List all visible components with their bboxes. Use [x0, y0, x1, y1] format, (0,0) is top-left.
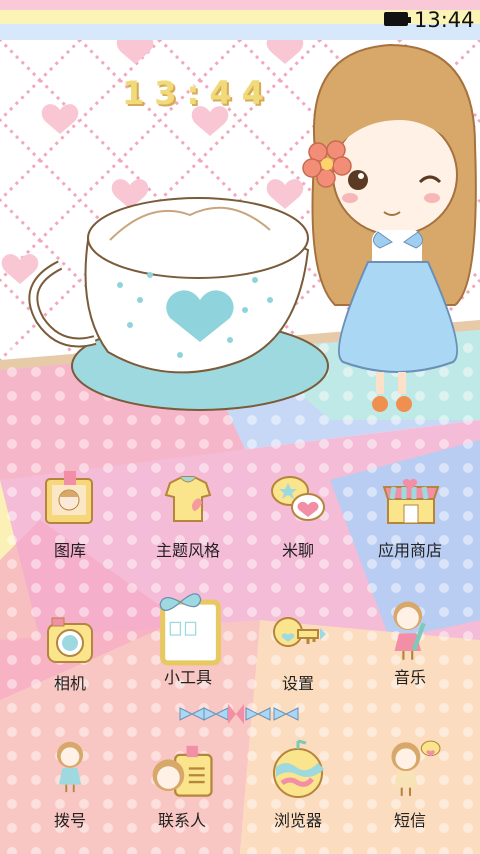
app-miliao[interactable]: 米聊 [248, 455, 348, 573]
app-music[interactable]: 音乐 [360, 590, 460, 708]
dress-icon [164, 476, 212, 522]
app-dialer[interactable]: 拨号 [20, 725, 120, 843]
photo-frame-icon [45, 471, 93, 524]
app-label: 拨号 [53, 811, 86, 830]
app-settings[interactable]: 设置 [248, 596, 348, 714]
app-messages[interactable]: 短信 [360, 725, 460, 843]
key-settings-icon [273, 617, 326, 647]
app-label: 米聊 [281, 541, 314, 560]
app-label: 联系人 [157, 811, 206, 830]
girl-guitar-icon [393, 601, 426, 660]
app-label: 短信 [393, 811, 426, 830]
status-time: 13:44 [414, 8, 475, 32]
app-label: 小工具 [163, 668, 212, 687]
status-bar: 13:44 [0, 0, 480, 40]
girl-message-icon [391, 740, 441, 796]
app-store[interactable]: 应用商店 [360, 455, 460, 573]
app-label: 相机 [53, 674, 86, 693]
app-browser[interactable]: 浏览器 [248, 725, 348, 843]
app-label: 音乐 [393, 668, 426, 687]
app-widgets[interactable]: 小工具 [138, 590, 238, 708]
chat-bubbles-icon [271, 476, 325, 521]
widget-board-icon [159, 593, 221, 666]
battery-icon [384, 12, 411, 26]
girl-phone-icon [56, 741, 84, 793]
contact-card-icon [152, 745, 213, 797]
shop-icon [382, 478, 440, 524]
app-label: 浏览器 [273, 811, 322, 830]
app-camera[interactable]: 相机 [20, 596, 120, 714]
camera-icon [47, 617, 93, 663]
app-themes[interactable]: 主题风格 [138, 455, 238, 573]
clock-widget[interactable]: 13:44 [122, 74, 274, 112]
app-label: 图库 [53, 541, 86, 560]
app-label: 应用商店 [377, 541, 442, 560]
stripe-pink [0, 0, 480, 10]
globe-icon [273, 739, 324, 798]
app-gallery[interactable]: 图库 [20, 455, 120, 573]
app-label: 主题风格 [155, 541, 220, 560]
app-contacts[interactable]: 联系人 [132, 725, 232, 843]
bow-divider [179, 704, 299, 724]
stripe-blue [0, 24, 480, 40]
app-label: 设置 [281, 674, 314, 693]
